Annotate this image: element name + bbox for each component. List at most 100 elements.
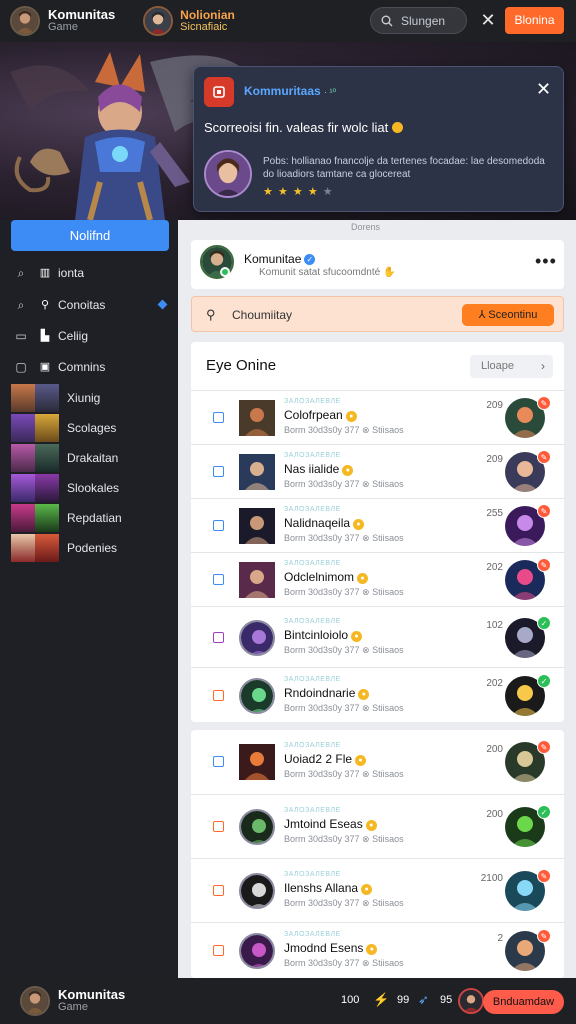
active-indicator	[157, 299, 168, 310]
table-row[interactable]: ЗАЛОЗАЛЕВЛЕ Jmodnd Esens ● Borm 30d3s0y 377…	[191, 922, 564, 978]
game-thumbnails	[11, 534, 59, 562]
game-thumbnails	[11, 504, 59, 532]
person-icon: ⅄	[478, 309, 486, 321]
row-checkbox[interactable]	[213, 945, 224, 956]
game-thumbnails	[11, 474, 59, 502]
bottom-cta-button[interactable]: Bnduamdaw	[483, 990, 564, 1014]
brand-avatar	[20, 986, 50, 1016]
online-badge	[220, 267, 230, 277]
table-row[interactable]: ЗАЛОЗАЛЕВЛЕ Rndoindnarie ● Borm 30d3s0y 377…	[191, 667, 564, 722]
row-title[interactable]: Ilenshs Allana ●	[284, 881, 373, 895]
online-list-card: Eye Onine Lloape › ЗАЛОЗАЛЕВЛЕ Colofrpean…	[191, 342, 564, 722]
primary-cta-button[interactable]: Blonina	[505, 7, 564, 34]
box-icon: ▣	[39, 361, 51, 373]
row-title[interactable]: Rndoindnarie ●	[284, 686, 370, 700]
row-checkbox[interactable]	[213, 412, 224, 423]
table-row[interactable]: ЗАЛОЗАЛЕВЛЕ Nas iialide ● Borm 30d3s0y 377 …	[191, 444, 564, 498]
sidebar-primary-button[interactable]: Nolifnd	[11, 220, 169, 251]
row-title[interactable]: Nas iialide ●	[284, 462, 354, 476]
search-submit-button[interactable]: ⅄ Sceontinu	[462, 304, 554, 326]
table-row[interactable]: ЗАЛОЗАЛЕВЛЕ Jmtoind Eseas ● Borm 30d3s0y 37…	[191, 794, 564, 858]
post-subtitle-text: Komunit satat sfucoomdnté	[259, 267, 381, 278]
sidebar-game-item[interactable]: Podenies	[0, 533, 178, 563]
bottom-brand[interactable]: Komunitas Game	[20, 986, 125, 1016]
sidebar-game-item[interactable]: Scolages	[0, 413, 178, 443]
table-row[interactable]: ЗАЛОЗАЛЕВЛЕ Uoiad2 2 Fle ● Borm 30d3s0y 377…	[191, 730, 564, 794]
row-title[interactable]: Jmtoind Eseas ●	[284, 817, 377, 831]
sidebar-game-label: Podenies	[67, 541, 118, 555]
check-badge-icon: ✓	[537, 674, 551, 688]
bottom-bar: Komunitas Game 100 ⚡ 99 ➶ 95 Bnduamdaw	[0, 978, 576, 1024]
main-caption: Dorens	[350, 222, 380, 232]
row-title-text: Jmodnd Esens	[284, 941, 364, 955]
edit-badge-icon: ✎	[537, 450, 551, 464]
sidebar-game-item[interactable]: Xiunig	[0, 383, 178, 413]
sidebar-game-item[interactable]: Slookales	[0, 473, 178, 503]
sidebar-game-item[interactable]: Drakaitan	[0, 443, 178, 473]
search-icon: ⌕	[17, 266, 25, 280]
user-status: Sicnafiaic	[180, 21, 228, 33]
star-icon: ★	[263, 186, 274, 198]
row-title-text: Colofrpean	[284, 408, 343, 422]
row-checkbox[interactable]	[213, 520, 224, 531]
row-checkbox[interactable]	[213, 466, 224, 477]
post-card[interactable]: Komunitae ✓ Komunit satat sfucoomdnté ✋ •…	[191, 240, 564, 289]
table-row[interactable]: ЗАЛОЗАЛЕВЛЕ Odclelnimom ● Borm 30d3s0y 377 …	[191, 552, 564, 606]
coin-icon: ●	[357, 573, 369, 584]
row-count: 102	[486, 620, 503, 631]
table-row[interactable]: ЗАЛОЗАЛЕВЛЕ Ilenshs Allana ● Borm 30d3s0y 3…	[191, 858, 564, 922]
row-count: 200	[486, 809, 503, 820]
table-row[interactable]: ЗАЛОЗАЛЕВЛЕ Nalidnaqeila ● Borm 30d3s0y 377…	[191, 498, 564, 552]
close-icon[interactable]: ✕	[478, 10, 498, 30]
coin-icon	[391, 122, 403, 133]
bottom-user-avatar[interactable]	[458, 988, 484, 1014]
sidebar-item-ionta[interactable]: ⌕ ▥ ionta	[0, 260, 178, 286]
online-list-card-2: ЗАЛОЗАЛЕВЛЕ Uoiad2 2 Fle ● Borm 30d3s0y 377…	[191, 730, 564, 978]
table-row[interactable]: ЗАЛОЗАЛЕВЛЕ Bintcinloiolo ● Borm 30d3s0y 37…	[191, 606, 564, 667]
row-count: 202	[486, 678, 503, 689]
popup-close-icon[interactable]: ✕	[536, 79, 551, 100]
sidebar-item-comnins[interactable]: ▢ ▣ Comnins	[0, 354, 178, 380]
game-thumbnails	[11, 384, 59, 412]
list-filter-label: Lloape	[481, 360, 515, 372]
row-title[interactable]: Colofrpean ●	[284, 408, 357, 422]
star-rating: ★ ★ ★ ★ ★	[263, 185, 334, 198]
sidebar-game-item[interactable]: Repdatian	[0, 503, 178, 533]
row-meta: Borm 30d3s0y 377 ⊗ Stiisaos	[284, 958, 404, 968]
row-checkbox[interactable]	[213, 821, 224, 832]
sidebar-item-conoitas[interactable]: ⌕ ⚲ Conoitas	[0, 292, 178, 318]
user-chip[interactable]: Nolionian Sicnafiaic	[143, 6, 235, 36]
row-title[interactable]: Odclelnimom ●	[284, 570, 369, 584]
brand-subtitle: Game	[48, 21, 78, 33]
check-badge-icon: ✓	[537, 616, 551, 630]
row-title[interactable]: Jmodnd Esens ●	[284, 941, 378, 955]
search-button[interactable]: Slungen	[370, 7, 467, 34]
game-thumbnail	[239, 678, 275, 714]
game-thumbnail	[239, 873, 275, 909]
more-options-icon[interactable]: •••	[535, 251, 557, 272]
row-checkbox[interactable]	[213, 690, 224, 701]
row-title[interactable]: Nalidnaqeila ●	[284, 516, 365, 530]
row-title-text: Ilenshs Allana	[284, 881, 359, 895]
row-checkbox[interactable]	[213, 756, 224, 767]
row-title-text: Bintcinloiolo	[284, 628, 349, 642]
list-filter-button[interactable]: Lloape ›	[470, 355, 553, 378]
row-title[interactable]: Uoiad2 2 Fle ●	[284, 752, 367, 766]
community-search-input[interactable]: Choumiitay	[232, 308, 292, 322]
row-checkbox[interactable]	[213, 885, 224, 896]
star-icon: ★	[292, 186, 304, 198]
community-search[interactable]: ⚲ Choumiitay ⅄ Sceontinu	[191, 296, 564, 332]
row-checkbox[interactable]	[213, 632, 224, 643]
coin-icon: ●	[342, 465, 354, 476]
sidebar-item-label: Comnins	[58, 360, 106, 374]
user-avatar	[143, 6, 174, 36]
hand-icon: ✋	[382, 267, 396, 278]
row-title[interactable]: Bintcinloiolo ●	[284, 628, 363, 642]
row-checkbox[interactable]	[213, 574, 224, 585]
sidebar-item-celiig[interactable]: ▭ ▙ Celiig	[0, 323, 178, 349]
stat-count: 99	[397, 994, 410, 1006]
row-count: 2	[497, 933, 503, 944]
stat-count: 95	[440, 994, 453, 1006]
brand[interactable]: Komunitas Game	[10, 6, 115, 36]
table-row[interactable]: ЗАЛОЗАЛЕВЛЕ Colofrpean ● Borm 30d3s0y 377 ⊗…	[191, 390, 564, 444]
